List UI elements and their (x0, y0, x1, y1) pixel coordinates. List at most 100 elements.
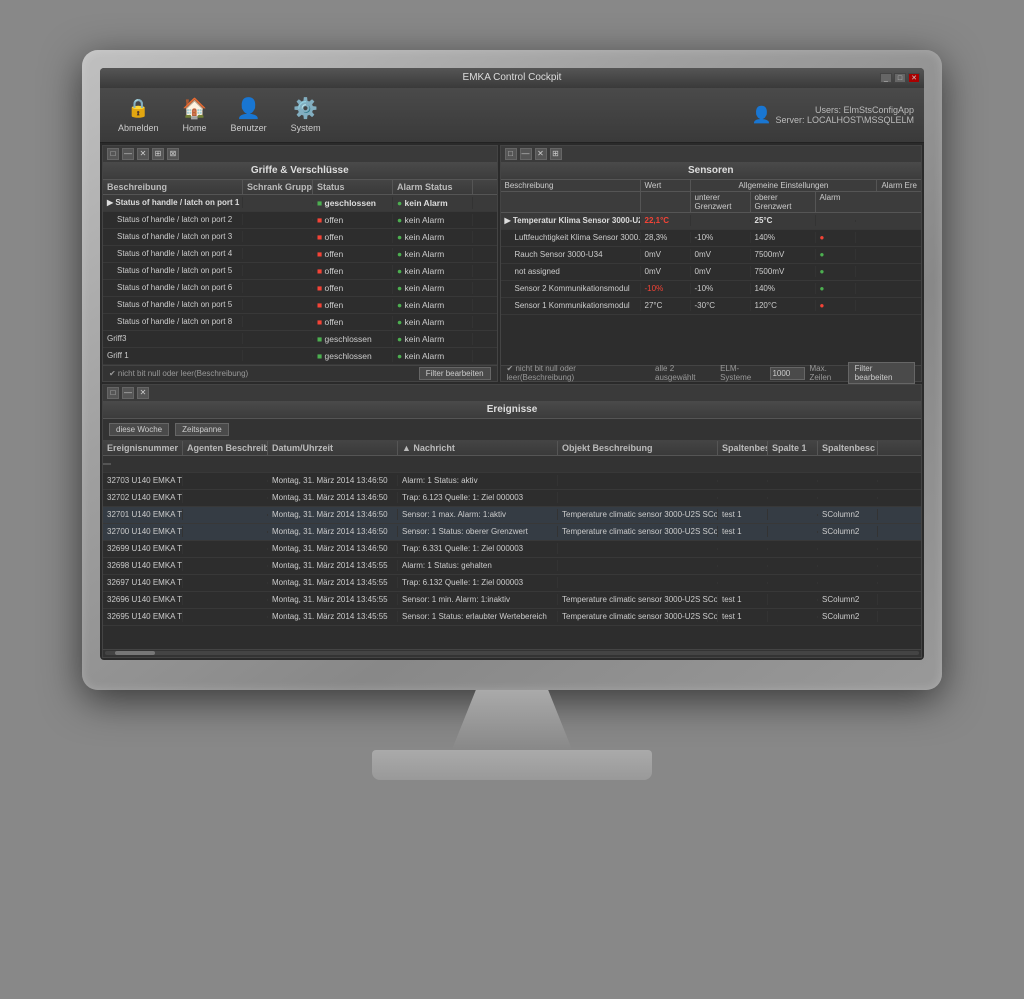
row-agent (183, 531, 268, 533)
row-msg: Trap: 6.123 Quelle: 1: Ziel 000003 (398, 492, 558, 503)
table-row[interactable]: Sensor 1 Kommunikationsmodul 27°C -30°C … (501, 298, 921, 315)
row-agent (183, 497, 268, 499)
row-alarm: ● kein Alarm (393, 333, 473, 345)
table-row[interactable]: Rauch Sensor 3000-U34 0mV 0mV 7500mV ● (501, 247, 921, 264)
minimize-btn[interactable]: _ (880, 73, 892, 83)
table-row[interactable] (103, 456, 921, 473)
row-evnum: 32695 U140 EMKA TZ (103, 611, 183, 622)
table-row[interactable]: 32703 U140 EMKA TZ Montag, 31. März 2014… (103, 473, 921, 490)
row-col3 (818, 582, 878, 584)
system-button[interactable]: ⚙️ System (283, 93, 329, 137)
table-row[interactable]: 32699 U140 EMKA TZ Montag, 31. März 2014… (103, 541, 921, 558)
panel-tool-1[interactable]: □ (107, 148, 119, 160)
col-datetime-header: Datum/Uhrzeit (268, 441, 398, 455)
e-tool-2[interactable]: — (122, 387, 134, 399)
table-row[interactable]: 32700 U140 EMKA TZ Montag, 31. März 2014… (103, 524, 921, 541)
e-tool-3[interactable]: ✕ (137, 387, 149, 399)
table-row[interactable]: 32698 U140 EMKA TZ Montag, 31. März 2014… (103, 558, 921, 575)
sensoren-panel-title: Sensoren (501, 162, 921, 180)
row-datetime: Montag, 31. März 2014 13:46:50 (268, 492, 398, 503)
table-row[interactable]: Status of handle / latch on port 8 ■ off… (103, 314, 497, 331)
table-row[interactable]: Griff3 ■ geschlossen ● kein Alarm (103, 331, 497, 348)
row-obj (558, 480, 718, 482)
col-status-header: Status (313, 180, 393, 194)
s-panel-tool-3[interactable]: ✕ (535, 148, 547, 160)
table-row[interactable]: Griff 1 ■ geschlossen ● kein Alarm (103, 348, 497, 365)
table-row[interactable]: 32697 U140 EMKA TZ Montag, 31. März 2014… (103, 575, 921, 592)
row-evnum: 32698 U140 EMKA TZ (103, 560, 183, 571)
panel-tool-4[interactable]: ⊞ (152, 148, 164, 160)
e-tool-1[interactable]: □ (107, 387, 119, 399)
monitor-wrapper: EMKA Control Cockpit _ □ ✕ 🔒 Abmelden 🏠 (62, 50, 962, 950)
table-row[interactable]: Status of handle / latch on port 4 ■ off… (103, 246, 497, 263)
table-row[interactable]: Status of handle / latch on port 2 ■ off… (103, 212, 497, 229)
row-alarm: ● kein Alarm (393, 248, 473, 260)
monitor-bezel: EMKA Control Cockpit _ □ ✕ 🔒 Abmelden 🏠 (82, 50, 942, 690)
filter-span-btn[interactable]: Zeitspanne (175, 423, 229, 436)
griffe-filter-btn[interactable]: Filter bearbeiten (419, 367, 491, 380)
row-evnum: 32701 U140 EMKA TZ (103, 509, 183, 520)
table-row[interactable]: Sensor 2 Kommunikationsmodul -10% -10% 1… (501, 281, 921, 298)
row-msg: Trap: 6.132 Quelle: 1: Ziel 000003 (398, 577, 558, 588)
user-icon: 👤 (752, 105, 772, 125)
s-row-alarm: ● (816, 300, 856, 311)
row-desc: Griff3 (103, 333, 243, 344)
col-col1-header: Spaltenbeschriftung 1 (718, 441, 768, 455)
row-group (243, 219, 313, 221)
abmelden-button[interactable]: 🔒 Abmelden (110, 93, 167, 137)
table-row[interactable]: not assigned 0mV 0mV 7500mV ● (501, 264, 921, 281)
ereignisse-filter-bar: diese Woche Zeitspanne (103, 419, 921, 441)
table-row[interactable]: Luftfeuchtigkeit Klima Sensor 3000... 28… (501, 230, 921, 247)
filter-week-btn[interactable]: diese Woche (109, 423, 169, 436)
home-button[interactable]: 🏠 Home (175, 93, 215, 137)
row-desc: Griff 1 (103, 350, 243, 361)
panel-tool-3[interactable]: ✕ (137, 148, 149, 160)
s-panel-tool-1[interactable]: □ (505, 148, 517, 160)
top-panels: □ — ✕ ⊞ ⊠ Griffe & Verschlüsse Beschreib… (100, 143, 924, 384)
col-agent-header: Agenten Beschreibung (183, 441, 268, 455)
table-row[interactable]: 32695 U140 EMKA TZ Montag, 31. März 2014… (103, 609, 921, 626)
s-col-desc2 (501, 192, 641, 212)
sensoren-footer-checkbox[interactable]: ✔ nicht bit null oder leer(Beschreibung) (507, 364, 636, 382)
col-alarm-header: Alarm (816, 192, 856, 212)
table-row[interactable]: Status of handle / latch on port 6 ■ off… (103, 280, 497, 297)
panel-tool-5[interactable]: ⊠ (167, 148, 179, 160)
row-agent (183, 565, 268, 567)
table-row[interactable]: ▶ Temperatur Klima Sensor 3000-U2S 22,1°… (501, 213, 921, 230)
scrollbar-track (105, 651, 919, 655)
row-col3: SColumn2 (818, 509, 878, 520)
ereignisse-table-header: Ereignisnummer Agenten Beschreibung Datu… (103, 441, 921, 456)
s-row-desc: Sensor 2 Kommunikationsmodul (501, 283, 641, 294)
maximize-btn[interactable]: □ (894, 73, 906, 83)
scrollbar-thumb[interactable] (115, 651, 155, 655)
row-evnum: 32700 U140 EMKA TZ (103, 526, 183, 537)
s-row-upper: 140% (751, 232, 816, 243)
sensoren-filter-btn[interactable]: Filter bearbeiten (848, 362, 915, 384)
elm-input[interactable] (770, 367, 805, 380)
s-row-upper: 25°C (751, 215, 816, 226)
s-panel-tool-4[interactable]: ⊞ (550, 148, 562, 160)
col-evnum-header: Ereignisnummer (103, 441, 183, 455)
row-group (243, 253, 313, 255)
row-col1: test 1 (718, 611, 768, 622)
table-row[interactable]: Status of handle / latch on port 3 ■ off… (103, 229, 497, 246)
table-row[interactable]: 32696 U140 EMKA TZ Montag, 31. März 2014… (103, 592, 921, 609)
s-row-alarm: ● (816, 232, 856, 243)
benutzer-button[interactable]: 👤 Benutzer (223, 93, 275, 137)
griffe-footer-checkbox[interactable]: ✔ nicht bit null oder leer(Beschreibung) (109, 369, 248, 378)
row-col2 (768, 599, 818, 601)
sensor-desc-header: Beschreibung (501, 180, 641, 191)
row-group (243, 355, 313, 357)
row-status: ■ offen (313, 282, 393, 294)
table-row[interactable]: 32702 U140 EMKA TZ Montag, 31. März 2014… (103, 490, 921, 507)
row-group (243, 287, 313, 289)
s-panel-tool-2[interactable]: — (520, 148, 532, 160)
table-row[interactable]: Status of handle / latch on port 5 ■ off… (103, 263, 497, 280)
close-btn[interactable]: ✕ (908, 73, 920, 83)
table-row[interactable]: Status of handle / latch on port 5 ■ off… (103, 297, 497, 314)
panel-tool-2[interactable]: — (122, 148, 134, 160)
horizontal-scrollbar[interactable] (103, 649, 921, 657)
table-row[interactable]: ▶ Status of handle / latch on port 1 ■ g… (103, 195, 497, 212)
row-status: ■ geschlossen (313, 333, 393, 345)
table-row[interactable]: 32701 U140 EMKA TZ Montag, 31. März 2014… (103, 507, 921, 524)
